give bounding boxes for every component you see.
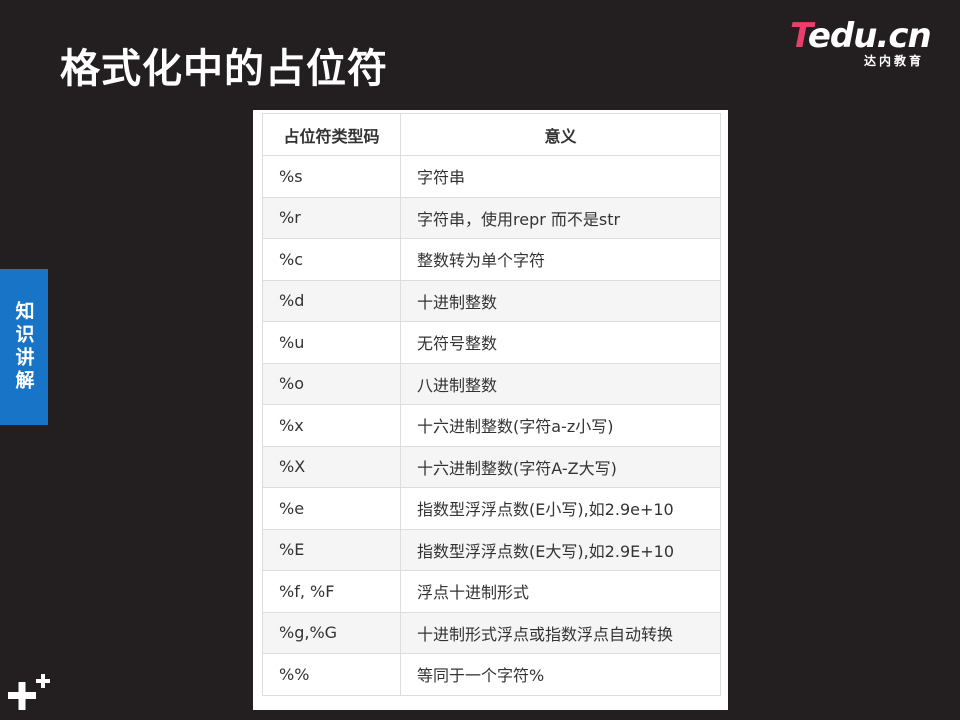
placeholder-table: 占位符类型码 意义 %s 字符串 %r 字符串，使用repr 而不是str %c…	[262, 113, 721, 696]
logo-subtitle: 达内教育	[864, 54, 925, 68]
cell-code: %E	[262, 528, 401, 571]
placeholder-table-panel: 占位符类型码 意义 %s 字符串 %r 字符串，使用repr 而不是str %c…	[253, 110, 728, 710]
plus-plus-icon	[8, 674, 50, 710]
header-meaning: 意义	[400, 113, 721, 156]
table-row: %s 字符串	[262, 155, 721, 198]
cell-code: %e	[262, 487, 401, 530]
table-row: %e 指数型浮浮点数(E小写),如2.9e+10	[262, 487, 721, 530]
cell-code: %X	[262, 445, 401, 488]
cell-meaning: 浮点十进制形式	[400, 570, 721, 613]
table-row: %r 字符串，使用repr 而不是str	[262, 196, 721, 239]
cell-meaning: 指数型浮浮点数(E小写),如2.9e+10	[400, 487, 721, 530]
cell-meaning: 指数型浮浮点数(E大写),如2.9E+10	[400, 528, 721, 571]
table-row: %u 无符号整数	[262, 321, 721, 364]
cell-meaning: 整数转为单个字符	[400, 238, 721, 281]
cell-meaning: 等同于一个字符%	[400, 653, 721, 696]
cell-code: %u	[262, 321, 401, 364]
cell-code: %o	[262, 362, 401, 405]
side-tab-label: 知识讲解	[12, 301, 35, 393]
table-row: %c 整数转为单个字符	[262, 238, 721, 281]
cell-code: %r	[262, 196, 401, 239]
cell-code: %%	[262, 653, 401, 696]
table-row: %% 等同于一个字符%	[262, 653, 721, 696]
cell-code: %c	[262, 238, 401, 281]
slide: 格式化中的占位符 Tedu.cn 达内教育 知识讲解 占位符类型码 意义 %s …	[0, 0, 960, 720]
logo-t: T	[790, 16, 809, 56]
tedu-logo: Tedu.cn 达内教育	[790, 16, 940, 68]
cell-meaning: 十进制形式浮点或指数浮点自动转换	[400, 611, 721, 654]
table-row: %X 十六进制整数(字符A-Z大写)	[262, 445, 721, 488]
cell-code: %x	[262, 404, 401, 447]
table-row: %x 十六进制整数(字符a-z小写)	[262, 404, 721, 447]
cell-meaning: 无符号整数	[400, 321, 721, 364]
table-row: %d 十进制整数	[262, 279, 721, 322]
logo-cn: .cn	[876, 16, 931, 56]
cell-meaning: 字符串	[400, 155, 721, 198]
cell-meaning: 八进制整数	[400, 362, 721, 405]
cell-meaning: 字符串，使用repr 而不是str	[400, 196, 721, 239]
logo-wordmark: Tedu.cn	[790, 16, 932, 56]
cell-code: %d	[262, 279, 401, 322]
table-row: %o 八进制整数	[262, 362, 721, 405]
table-row: %g,%G 十进制形式浮点或指数浮点自动转换	[262, 611, 721, 654]
header-code: 占位符类型码	[262, 113, 401, 156]
cell-meaning: 十六进制整数(字符a-z小写)	[400, 404, 721, 447]
cell-code: %g,%G	[262, 611, 401, 654]
cell-meaning: 十六进制整数(字符A-Z大写)	[400, 445, 721, 488]
table-row: %E 指数型浮浮点数(E大写),如2.9E+10	[262, 528, 721, 571]
cell-meaning: 十进制整数	[400, 279, 721, 322]
cell-code: %f, %F	[262, 570, 401, 613]
logo-edu: edu	[807, 16, 878, 56]
table-row: %f, %F 浮点十进制形式	[262, 570, 721, 613]
table-header-row: 占位符类型码 意义	[262, 113, 721, 156]
side-tab: 知识讲解	[0, 269, 48, 425]
cell-code: %s	[262, 155, 401, 198]
slide-title: 格式化中的占位符	[60, 46, 388, 92]
